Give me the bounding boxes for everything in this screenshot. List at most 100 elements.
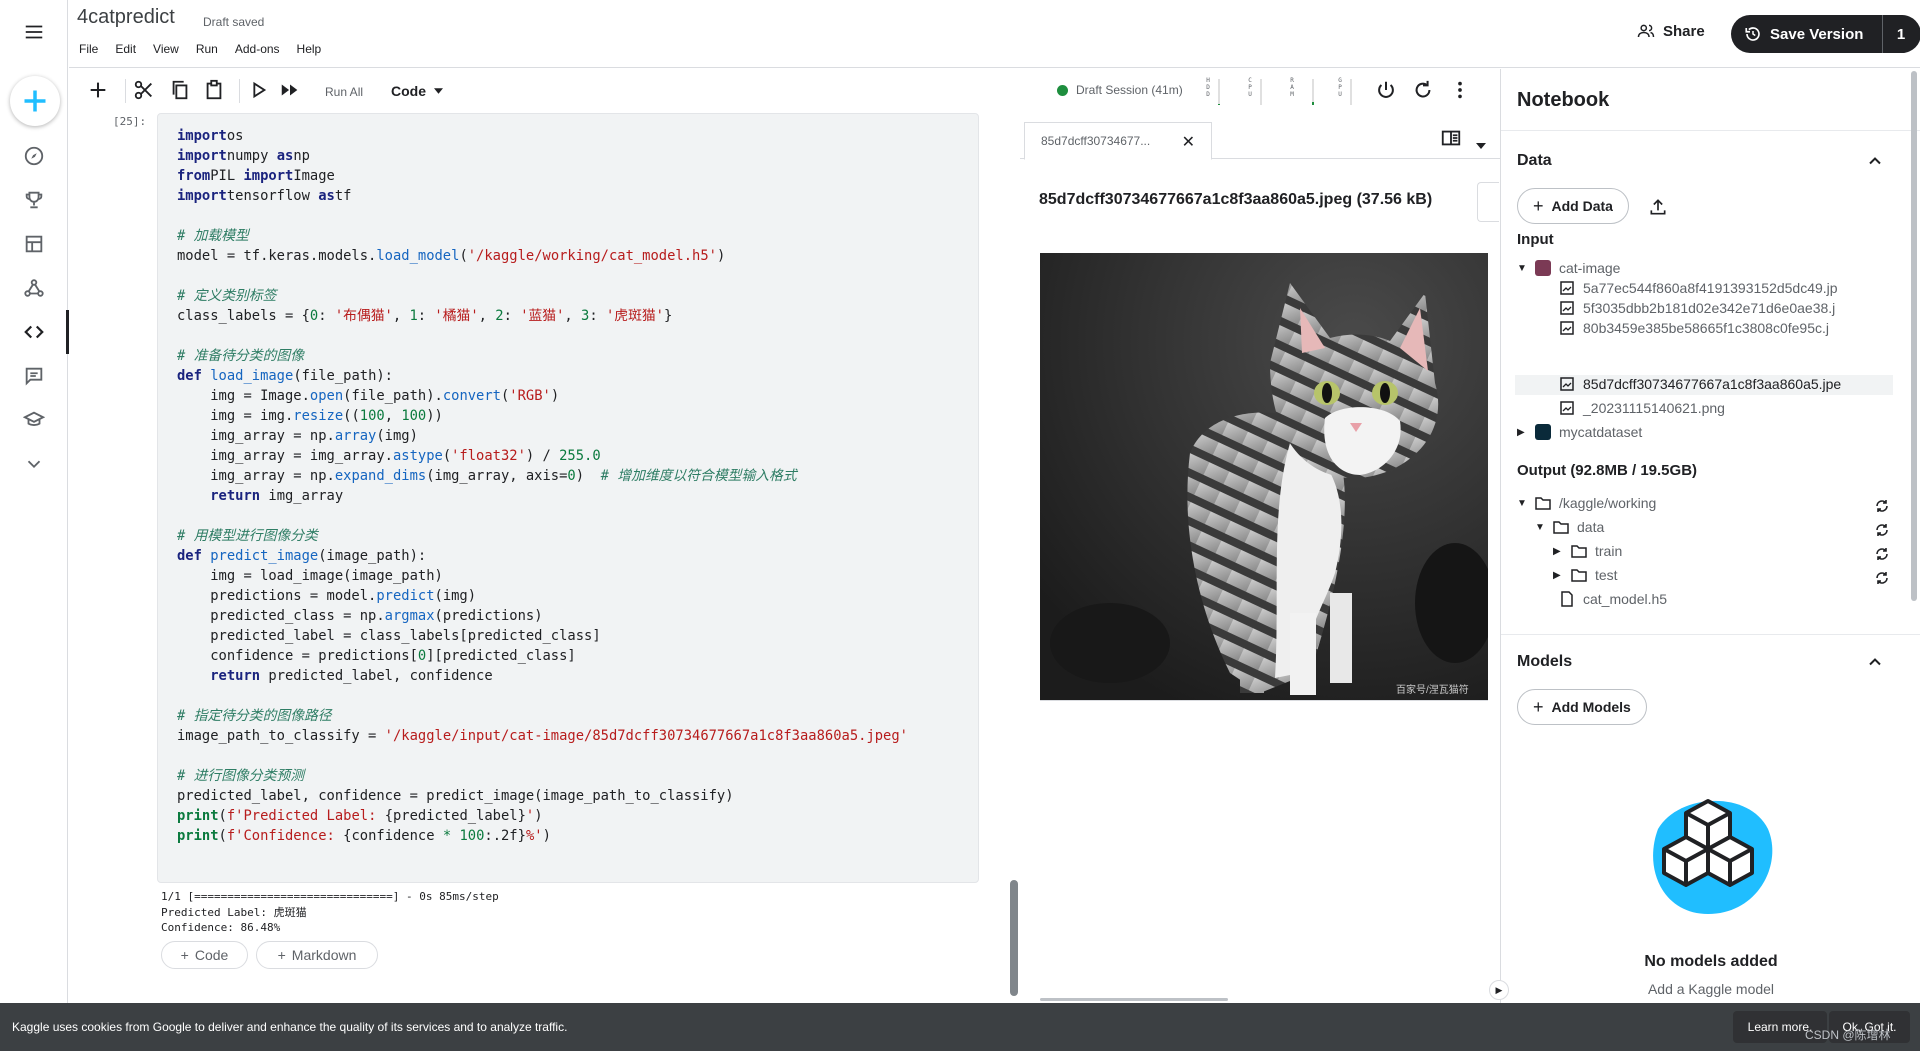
code-token: 2 — [495, 308, 504, 324]
code-token: %' — [525, 828, 543, 844]
split-view-icon[interactable] — [1440, 127, 1462, 154]
output-line: 1/1 [==============================] - 0… — [161, 890, 499, 903]
file-name: 5f3035dbb2b181d02e342e71d6e0ae38.j — [1583, 300, 1836, 316]
tree-dataset-cat-image[interactable]: ▼ cat-image — [1517, 260, 1620, 276]
cut-icon[interactable] — [133, 79, 155, 101]
session-label: Draft Session (41m) — [1076, 83, 1183, 97]
code-token: model = tf.keras.models. — [177, 248, 377, 264]
caret-down-icon[interactable] — [1476, 136, 1486, 154]
models-section-title[interactable]: Models — [1517, 653, 1572, 671]
restart-icon[interactable] — [1412, 79, 1434, 101]
version-count[interactable]: 1 — [1883, 26, 1919, 43]
tree-file-selected[interactable]: 85d7dcff30734677667a1c8f3aa860a5.jpe — [1559, 376, 1841, 392]
add-models-button[interactable]: + Add Models — [1517, 689, 1647, 725]
code-token: img_array = img_array. — [177, 448, 393, 464]
cpu-meter-label: CPU — [1248, 77, 1252, 98]
add-data-button[interactable]: + Add Data — [1517, 188, 1629, 224]
tree-output-root[interactable]: ▼ /kaggle/working — [1517, 495, 1656, 511]
collapse-panel-button[interactable]: ▶ — [1489, 980, 1509, 1000]
tree-file[interactable]: 5f3035dbb2b181d02e342e71d6e0ae38.j — [1559, 300, 1835, 316]
code-token: 0 — [417, 648, 427, 664]
tree-file[interactable]: 80b3459e385be58665f1c3808c0fe95c.j — [1559, 320, 1829, 336]
tree-file[interactable]: 5a77ec544f860a8f4191393152d5dc49.jp — [1559, 280, 1838, 296]
sync-icon[interactable] — [1874, 570, 1890, 586]
save-version-button[interactable]: Save Version 1 — [1731, 15, 1920, 53]
models-empty-illustration — [1653, 799, 1773, 914]
tree-dataset-mycatdataset[interactable]: ▶ mycatdataset — [1517, 424, 1642, 440]
code-line: predicted_label, confidence = predict_im… — [177, 786, 908, 806]
run-all-icon[interactable] — [279, 79, 301, 101]
copy-icon[interactable] — [169, 79, 191, 101]
share-label: Share — [1663, 22, 1705, 40]
code-token: def — [177, 368, 202, 384]
tree-file[interactable]: _20231115140621.png — [1559, 400, 1725, 416]
viewer-action-edge[interactable] — [1477, 182, 1499, 222]
power-icon[interactable] — [1375, 79, 1397, 101]
paste-icon[interactable] — [203, 79, 225, 101]
create-button[interactable] — [10, 76, 60, 126]
share-button[interactable]: Share — [1637, 22, 1705, 40]
sync-icon[interactable] — [1874, 546, 1890, 562]
chevron-up-icon[interactable] — [1865, 652, 1885, 672]
tree-folder-test[interactable]: ▶ test — [1553, 567, 1618, 583]
code-token: class_labels = { — [177, 308, 310, 324]
code-editor[interactable]: importos importnumpy asnp fromPIL importIm… — [177, 126, 908, 846]
menu-edit[interactable]: Edit — [115, 42, 136, 56]
panel-title: Notebook — [1517, 89, 1610, 111]
add-code-cell-button[interactable]: + Code — [161, 941, 248, 969]
discussion-icon[interactable] — [14, 356, 54, 396]
models-empty-subtitle: Add a Kaggle model — [1647, 981, 1775, 997]
table-icon[interactable] — [14, 224, 54, 264]
learn-icon[interactable] — [14, 400, 54, 440]
code-icon[interactable] — [14, 312, 54, 352]
sync-icon[interactable] — [1874, 522, 1890, 538]
tree-file-model[interactable]: cat_model.h5 — [1559, 591, 1667, 607]
viewer-scrollbar[interactable] — [1040, 998, 1228, 1001]
data-section-title[interactable]: Data — [1517, 152, 1552, 170]
code-token: predicted_label, confidence = predict_im… — [177, 788, 734, 804]
compass-icon[interactable] — [14, 136, 54, 176]
code-token: :.2f} — [484, 828, 526, 844]
code-token: (img_array, axis= — [426, 468, 568, 484]
trophy-icon[interactable] — [14, 180, 54, 220]
menu-file[interactable]: File — [79, 42, 98, 56]
upload-icon[interactable] — [1648, 197, 1668, 217]
run-icon[interactable] — [247, 79, 269, 101]
close-icon[interactable]: ✕ — [1182, 132, 1195, 152]
code-line: model = tf.keras.models.load_model('/kag… — [177, 246, 908, 266]
output-label: Output (92.8MB / 19.5GB) — [1517, 462, 1698, 479]
toolbar-divider — [239, 79, 240, 103]
run-all-button[interactable]: Run All — [325, 85, 363, 99]
chevron-up-icon[interactable] — [1865, 151, 1885, 171]
add-cell-icon[interactable] — [87, 79, 109, 101]
code-line: img_array = np.array(img) — [177, 426, 908, 446]
menu-icon[interactable] — [14, 12, 54, 52]
chevron-down-icon[interactable] — [14, 444, 54, 484]
editor-scrollbar[interactable] — [1010, 880, 1018, 996]
menu-help[interactable]: Help — [297, 42, 322, 56]
session-status[interactable]: Draft Session (41m) — [1057, 83, 1183, 97]
add-markdown-cell-button[interactable]: + Markdown — [256, 941, 378, 969]
viewer-tab[interactable]: 85d7dcff30734677... ✕ — [1024, 122, 1212, 160]
tree-folder-train[interactable]: ▶ train — [1553, 543, 1622, 559]
menu-view[interactable]: View — [153, 42, 179, 56]
menu-addons[interactable]: Add-ons — [235, 42, 280, 56]
more-vert-icon[interactable] — [1449, 79, 1471, 101]
caret-down-icon — [434, 88, 443, 94]
input-label: Input — [1517, 231, 1554, 248]
code-token: numpy — [226, 148, 277, 164]
dataset-icon — [1535, 260, 1551, 276]
code-line: confidence = predictions[0][predicted_cl… — [177, 646, 908, 666]
notebook-title[interactable]: 4catpredict — [77, 6, 175, 29]
models-icon[interactable] — [14, 268, 54, 308]
folder-name: train — [1595, 543, 1623, 559]
cell-type-select[interactable]: Code — [391, 83, 443, 99]
code-token: (img) — [434, 588, 477, 604]
tree-folder-data[interactable]: ▼ data — [1535, 519, 1604, 535]
code-token: return — [210, 488, 261, 504]
ram-meter-bar — [1312, 79, 1314, 105]
panel-scrollbar[interactable] — [1911, 71, 1917, 601]
menu-run[interactable]: Run — [196, 42, 218, 56]
code-token: : — [417, 308, 435, 324]
sync-icon[interactable] — [1874, 498, 1890, 514]
